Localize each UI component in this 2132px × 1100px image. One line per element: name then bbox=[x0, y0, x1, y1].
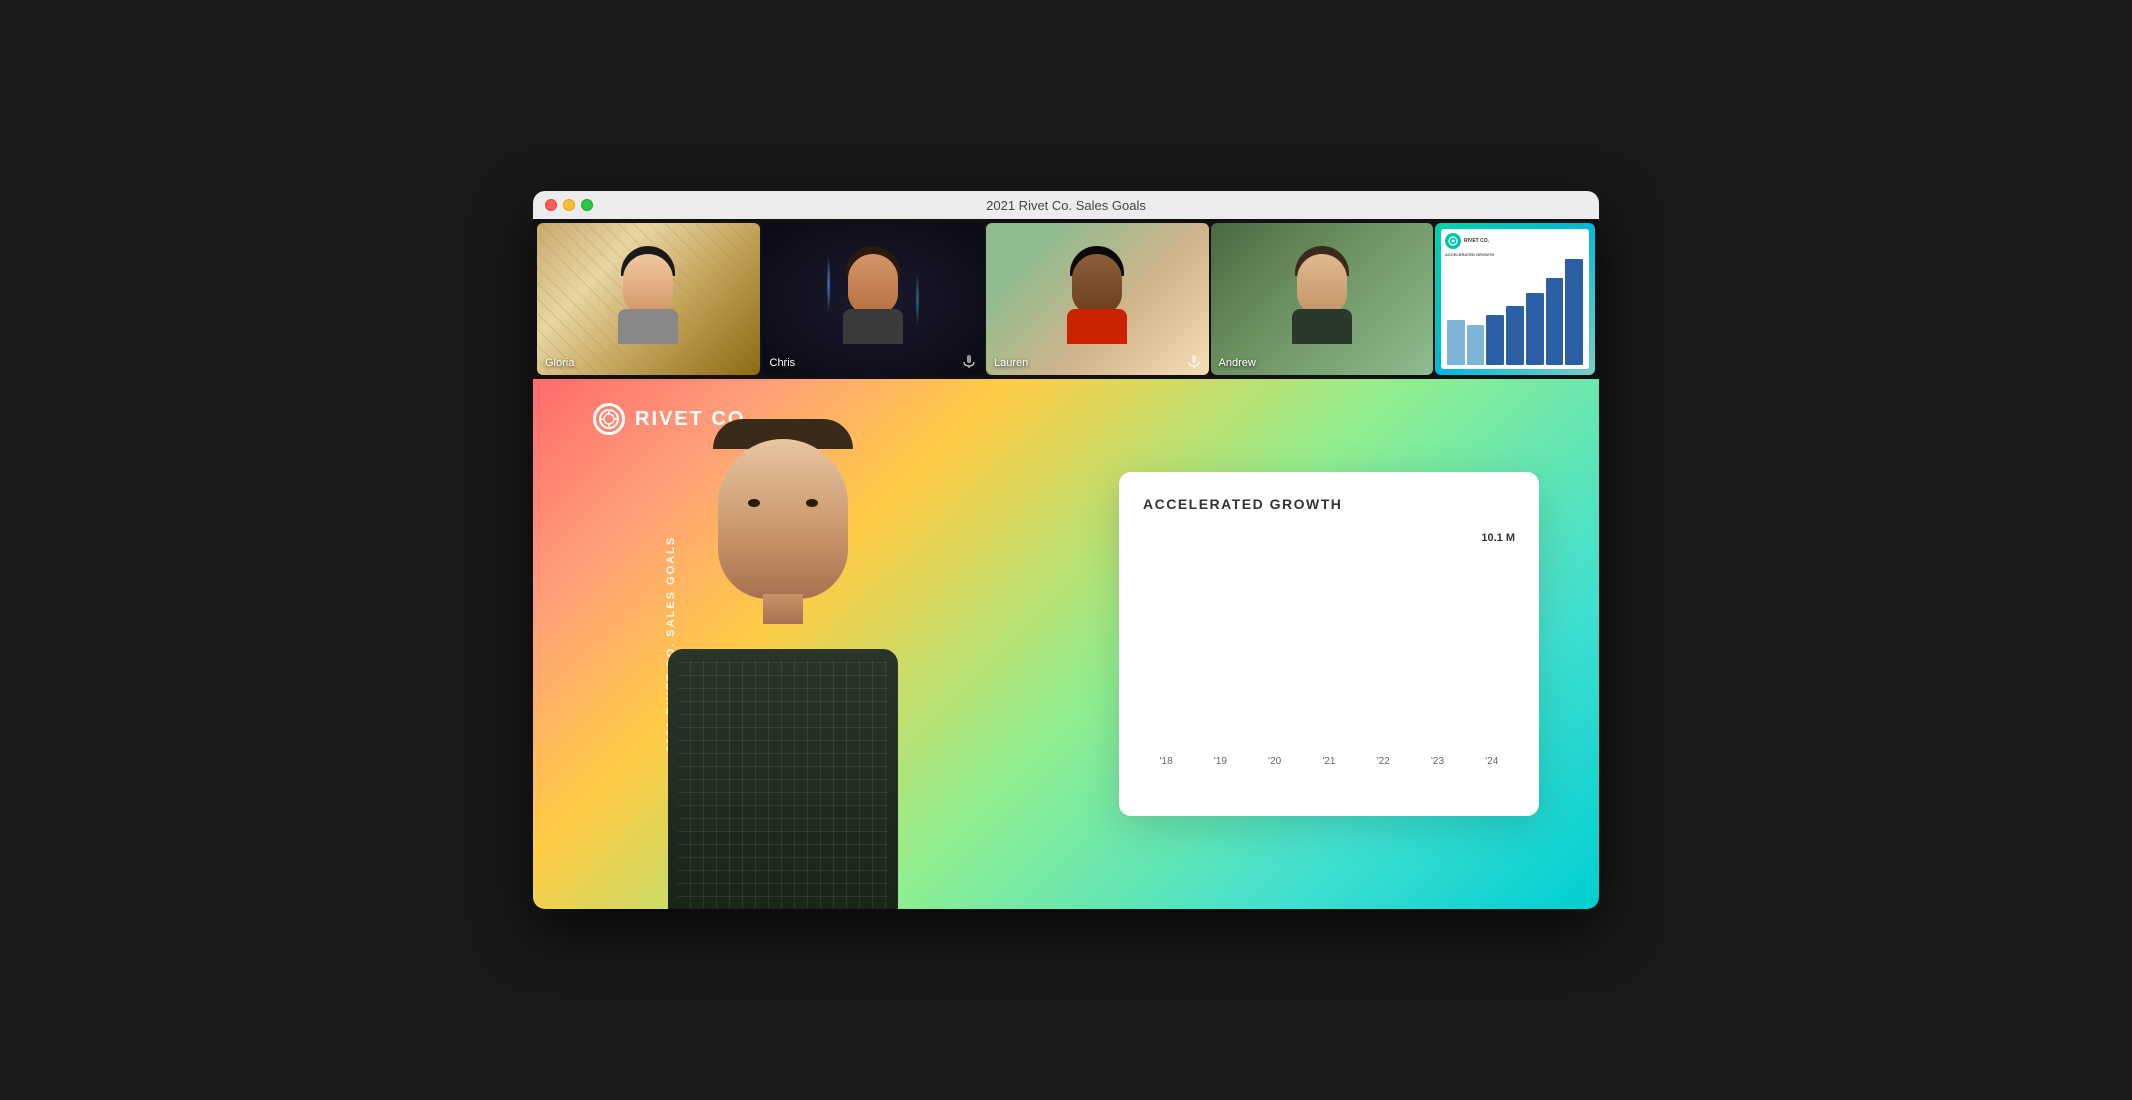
main-presentation: 2021 RIVET CO. SALES GOALS 2021 RIVET CO… bbox=[533, 379, 1599, 909]
gloria-video bbox=[537, 223, 760, 375]
year-label-20: '20 bbox=[1252, 756, 1298, 767]
traffic-lights bbox=[545, 199, 593, 211]
mac-window: 2021 Rivet Co. Sales Goals Gloria bbox=[533, 191, 1599, 909]
year-label-21: '21 bbox=[1306, 756, 1352, 767]
minimize-button[interactable] bbox=[563, 199, 575, 211]
presenter-figure bbox=[593, 399, 973, 909]
person-eye-right bbox=[806, 499, 818, 507]
mini-company: RIVET CO. bbox=[1464, 238, 1489, 244]
mini-chart-title: ACCELERATED GROWTH bbox=[1445, 252, 1585, 257]
chart-top-value: 10.1 M bbox=[1481, 532, 1515, 544]
participant-tile-chris[interactable]: Chris bbox=[762, 223, 985, 375]
participants-strip: Gloria Chris bbox=[533, 219, 1599, 379]
maximize-button[interactable] bbox=[581, 199, 593, 211]
participant-tile-lauren[interactable]: Lauren bbox=[986, 223, 1209, 375]
person-body bbox=[668, 649, 898, 909]
participant-tile-gloria[interactable]: Gloria bbox=[537, 223, 760, 375]
participant-tile-presentation[interactable]: RIVET CO. ACCELERATED GROWTH bbox=[1435, 223, 1595, 375]
person-eye-left bbox=[748, 499, 760, 507]
participant-name-chris: Chris bbox=[770, 357, 796, 369]
title-bar: 2021 Rivet Co. Sales Goals bbox=[533, 191, 1599, 219]
mini-logo bbox=[1445, 233, 1461, 249]
mini-bars bbox=[1445, 259, 1585, 365]
lauren-video bbox=[986, 223, 1209, 375]
participant-tile-andrew[interactable]: Andrew bbox=[1211, 223, 1434, 375]
presentation-thumbnail: RIVET CO. ACCELERATED GROWTH bbox=[1441, 229, 1589, 369]
year-label-18: '18 bbox=[1143, 756, 1189, 767]
shirt-pattern bbox=[678, 659, 888, 909]
person-face bbox=[718, 439, 848, 599]
chart-bars bbox=[1143, 532, 1515, 752]
mini-chart: ACCELERATED GROWTH bbox=[1445, 252, 1585, 365]
year-label-24: '24 bbox=[1469, 756, 1515, 767]
person-eyes bbox=[748, 499, 818, 507]
close-button[interactable] bbox=[545, 199, 557, 211]
chart-year-labels: '18 '19 '20 '21 '22 '23 '24 bbox=[1143, 756, 1515, 767]
year-label-23: '23 bbox=[1414, 756, 1460, 767]
chart-panel: ACCELERATED GROWTH 10.1 M bbox=[1119, 472, 1539, 816]
video-area: Gloria Chris bbox=[533, 219, 1599, 909]
chart-area: 10.1 M bbox=[1143, 532, 1515, 792]
chris-video bbox=[762, 223, 985, 375]
year-label-22: '22 bbox=[1360, 756, 1406, 767]
mic-icon-lauren bbox=[1187, 355, 1201, 369]
window-title: 2021 Rivet Co. Sales Goals bbox=[986, 198, 1146, 213]
andrew-video bbox=[1211, 223, 1434, 375]
person-neck bbox=[763, 594, 803, 624]
year-label-19: '19 bbox=[1197, 756, 1243, 767]
chart-title: ACCELERATED GROWTH bbox=[1143, 496, 1515, 512]
mic-icon-chris bbox=[962, 355, 976, 369]
participant-name-andrew: Andrew bbox=[1219, 357, 1256, 369]
participant-name-lauren: Lauren bbox=[994, 357, 1028, 369]
participant-name-gloria: Gloria bbox=[545, 357, 574, 369]
